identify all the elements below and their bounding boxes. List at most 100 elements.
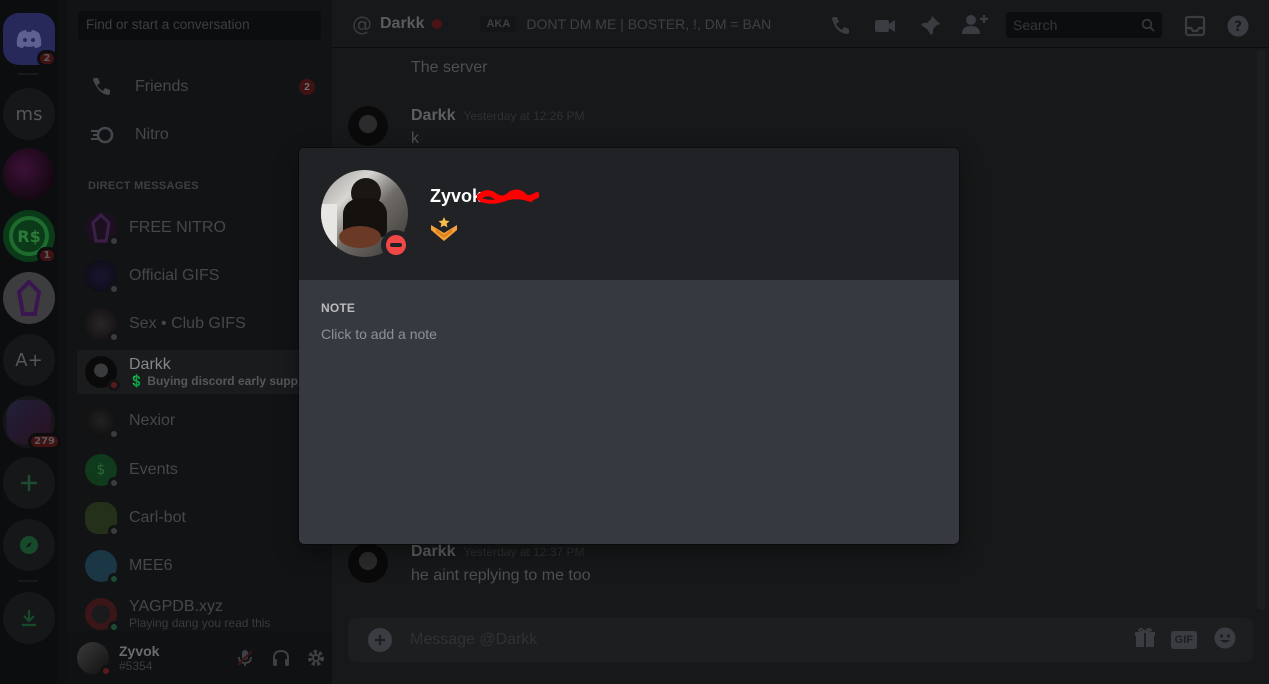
status-icon — [108, 573, 120, 585]
download-apps-button[interactable] — [3, 592, 55, 644]
moneybag-icon: $ — [96, 462, 106, 478]
gift-icon[interactable] — [1133, 626, 1157, 654]
dm-item-name: Events — [129, 461, 178, 478]
mute-icon[interactable] — [229, 648, 261, 668]
dm-item-free-nitro[interactable]: FREE NITRO — [77, 206, 325, 250]
avatar — [85, 212, 120, 247]
note-input[interactable]: Click to add a note — [321, 326, 937, 346]
crystal-icon — [16, 280, 42, 316]
attach-plus-icon[interactable] — [368, 628, 392, 652]
note-label: NOTE — [321, 301, 356, 315]
avatar — [85, 356, 120, 391]
profile-username: Zyvok — [430, 186, 483, 206]
settings-gear-icon[interactable] — [300, 648, 332, 668]
dm-item-darkk[interactable]: Darkk 💲 Buying discord early supp... — [77, 350, 325, 394]
compass-icon — [20, 536, 38, 554]
help-icon[interactable]: ? — [1226, 14, 1250, 42]
gif-button[interactable]: GIF — [1170, 631, 1197, 649]
dm-item-nexior[interactable]: Nexior — [77, 399, 325, 443]
add-friend-dm-icon[interactable] — [961, 12, 989, 40]
friends-nav[interactable]: Friends 2 — [77, 65, 325, 109]
server-crystal[interactable] — [3, 272, 55, 324]
server-ms[interactable]: ms — [3, 88, 55, 140]
header-search-placeholder: Search — [1013, 17, 1058, 33]
video-call-icon[interactable] — [873, 14, 897, 42]
dm-item-yagpdb[interactable]: YAGPDB.xyz Playing dang you read this — [77, 592, 325, 636]
message-avatar[interactable] — [348, 106, 388, 146]
server-robux[interactable]: R$ 1 — [3, 210, 57, 264]
friends-badge: 2 — [299, 79, 315, 95]
dm-sidebar: Find or start a conversation Friends 2 N… — [67, 0, 332, 684]
inbox-icon[interactable] — [1183, 14, 1207, 42]
at-icon: @ — [352, 11, 372, 36]
channel-name: Darkk — [380, 14, 425, 32]
nitro-label: Nitro — [135, 126, 169, 143]
server-list: 2 ms R$ 1 A+ 279 — [0, 0, 61, 684]
dm-item-status: 💲 Buying discord early supp... — [129, 374, 308, 388]
message-composer[interactable]: Message @Darkk GIF — [348, 618, 1253, 662]
aka-tag: AKA — [480, 15, 517, 32]
home-button[interactable]: 2 — [3, 13, 57, 67]
home-badge: 2 — [37, 50, 57, 67]
dm-item-events[interactable]: $ Events — [77, 448, 325, 492]
message-input[interactable]: Message @Darkk — [410, 631, 1133, 649]
server-group[interactable]: 279 — [3, 396, 61, 450]
avatar — [85, 502, 120, 537]
server-dark-purple[interactable] — [3, 148, 55, 200]
dnd-status-icon — [381, 230, 411, 260]
server-aplus-label: A+ — [15, 349, 43, 371]
scrollbar[interactable] — [1257, 50, 1265, 610]
message-timestamp: Yesterday at 12:26 PM — [463, 109, 585, 123]
server-robux-badge: 1 — [37, 247, 57, 264]
message-text: he aint replying to me too — [411, 567, 591, 584]
server-aplus[interactable]: A+ — [3, 334, 55, 386]
friends-label: Friends — [135, 78, 189, 95]
dm-item-mee6[interactable]: MEE6 — [77, 544, 325, 588]
friends-icon — [87, 75, 119, 99]
message-author-name: Darkk — [411, 543, 456, 560]
dm-item-name: MEE6 — [129, 557, 173, 574]
message-author[interactable]: Darkk Yesterday at 12:26 PM — [411, 107, 584, 125]
pin-icon[interactable] — [918, 14, 942, 42]
avatar — [85, 405, 120, 440]
server-ms-label: ms — [15, 103, 43, 125]
headphones-icon[interactable] — [265, 648, 297, 668]
message-timestamp: Yesterday at 12:37 PM — [463, 545, 585, 559]
status-icon — [108, 235, 120, 247]
dm-section-header: DIRECT MESSAGES — [88, 180, 199, 192]
status-icon — [108, 283, 120, 295]
dm-item-sex-club-gifs[interactable]: Sex • Club GIFS — [77, 302, 325, 346]
aka-nicknames: DONT DM ME | BOSTER, !, DM = BAN — [526, 15, 772, 32]
avatar — [85, 550, 120, 585]
status-icon — [108, 428, 120, 440]
dm-item-name: Darkk — [129, 356, 171, 373]
svg-text:?: ? — [1234, 19, 1242, 35]
nitro-nav[interactable]: Nitro — [77, 113, 325, 157]
explore-servers-button[interactable] — [3, 519, 55, 571]
dm-item-status-text: Buying discord early supp... — [147, 374, 308, 388]
message-author[interactable]: Darkk Yesterday at 12:37 PM — [411, 543, 584, 561]
dm-item-name: YAGPDB.xyz — [129, 598, 223, 615]
user-panel: Zyvok #5354 — [67, 631, 332, 684]
user-avatar[interactable] — [77, 641, 112, 677]
hypesquad-badge-icon[interactable] — [430, 216, 458, 242]
emoji-icon[interactable] — [1213, 626, 1237, 654]
message-avatar[interactable] — [348, 543, 388, 583]
channel-header: @ Darkk AKA DONT DM ME | BOSTER, !, DM =… — [332, 0, 1269, 48]
dm-search-input[interactable]: Find or start a conversation — [78, 11, 321, 40]
dm-item-name: Nexior — [129, 412, 176, 429]
call-icon[interactable] — [828, 14, 852, 42]
status-icon — [108, 379, 120, 391]
dm-item-name: Sex • Club GIFS — [129, 315, 246, 332]
separator — [18, 73, 38, 75]
plus-icon — [21, 475, 37, 491]
redaction-scribble — [477, 189, 539, 204]
message-author-name: Darkk — [411, 107, 456, 124]
user-panel-username: Zyvok — [119, 642, 160, 659]
money-icon: 💲 — [129, 374, 144, 388]
add-server-button[interactable] — [3, 457, 55, 509]
dm-item-carl-bot[interactable]: Carl-bot — [77, 496, 325, 540]
dm-item-official-gifs[interactable]: Official GIFS — [77, 254, 325, 298]
header-search-input[interactable]: Search — [1006, 12, 1162, 38]
search-icon — [1141, 18, 1155, 32]
